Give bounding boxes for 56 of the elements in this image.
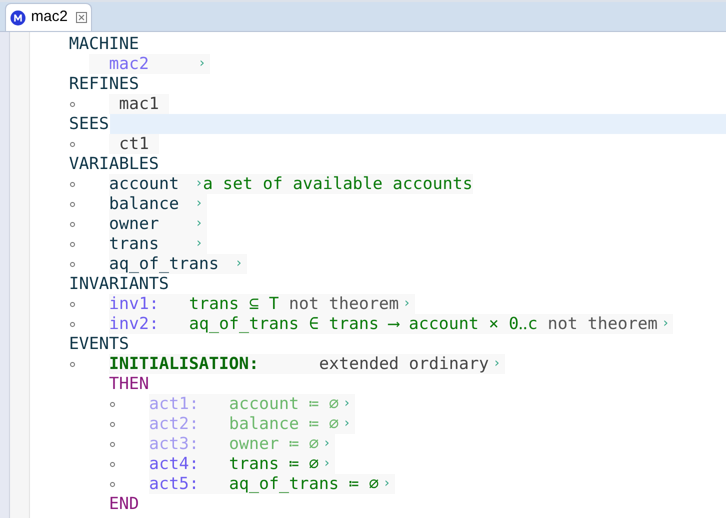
editor-tab[interactable]: mac2 [5,3,92,31]
bullet-icon [70,222,75,227]
reference-name: mac1 [109,94,169,114]
action-field: act3: owner ≔ ∅ › [149,434,335,454]
then-keyword: THEN [109,374,149,394]
expand-arrow[interactable]: › [191,194,207,214]
invariant-field: inv2: aq_of_trans ∈ trans ⟶ account × 0‥c not theorem › [109,314,674,334]
section-keyword: EVENTS [69,334,130,354]
bullet-icon [70,262,75,267]
section-keyword: VARIABLES [69,154,160,174]
end-keyword: END [109,494,139,514]
section-keyword: INVARIANTS [69,274,170,294]
bullet-icon [110,482,115,487]
bullet-icon [70,242,75,247]
section-keyword: REFINES [69,74,140,94]
variable-field: account ›a set of available accounts [109,174,473,194]
action-field: act1: account ≔ ∅ › [149,394,355,414]
bullet-icon [70,182,75,187]
bullet-icon [110,422,115,427]
action-field: act2: balance ≔ ∅ › [149,414,355,434]
bullet-icon [70,202,75,207]
reference-name: ct1 [109,134,159,154]
action-field: act4: trans ≔ ∅ › [149,454,335,474]
section-keyword: MACHINE [69,34,140,54]
bullet-icon [70,142,75,147]
bullet-icon [70,362,75,367]
close-icon[interactable] [76,12,87,23]
bullet-icon [70,102,75,107]
expand-arrow[interactable]: › [658,314,674,334]
variable-field: aq_of_trans › [109,254,247,274]
bullet-icon [70,302,75,307]
expand-arrow[interactable]: › [230,254,247,274]
expand-arrow[interactable]: › [378,474,395,494]
expand-arrow[interactable]: › [191,234,207,254]
variable-field: owner › [109,214,207,234]
variable-comment: a set of available accounts [202,174,473,194]
bullet-icon [110,402,115,407]
variable-field: trans › [109,234,207,254]
expand-arrow[interactable]: › [318,434,335,454]
variable-field: balance › [109,194,207,214]
event-field: INITIALISATION: extended ordinary › [109,354,505,374]
section-keyword: SEES [69,114,110,134]
bullet-icon [110,442,115,447]
bullet-icon [70,322,75,327]
bullet-icon [110,462,115,467]
expand-arrow[interactable]: › [318,454,335,474]
expand-arrow[interactable]: › [191,214,207,234]
expand-arrow[interactable]: › [488,354,505,374]
expand-arrow[interactable]: › [398,294,415,314]
machine-icon [10,10,26,26]
expand-arrow[interactable]: › [338,394,355,414]
action-field: act5: aq_of_trans ≔ ∅ › [149,474,395,494]
name-field: mac2 › [89,54,210,74]
invariant-field: inv1: trans ⊆ T not theorem › [109,294,415,314]
expand-arrow[interactable]: › [194,54,210,74]
expand-arrow[interactable]: › [338,414,355,434]
